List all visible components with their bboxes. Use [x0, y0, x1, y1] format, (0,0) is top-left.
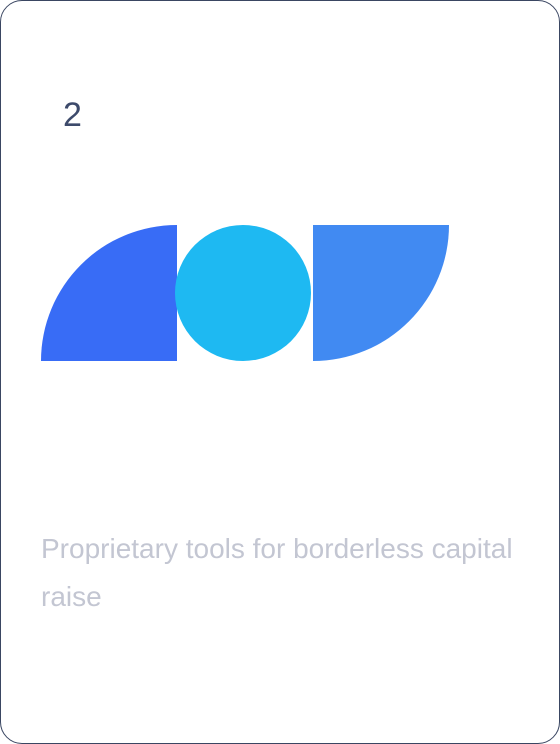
step-number: 2 [63, 96, 82, 134]
shapes-illustration-icon [41, 225, 449, 361]
card-caption: Proprietary tools for borderless capital… [41, 533, 513, 612]
right-quarter-shape [313, 225, 449, 361]
center-circle-shape [175, 225, 311, 361]
feature-card: 2 Proprietary tools for borderless capit… [0, 0, 560, 744]
left-quarter-shape [41, 225, 177, 361]
